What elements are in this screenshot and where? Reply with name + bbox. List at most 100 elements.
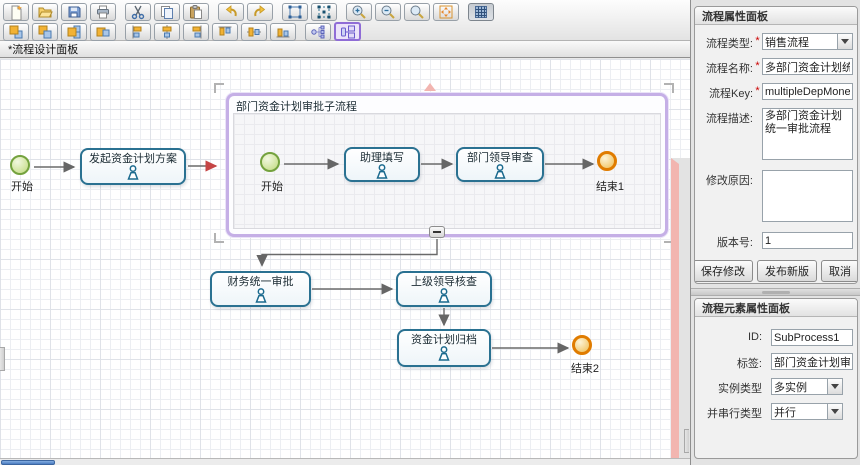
send-backward-button[interactable] — [90, 23, 116, 41]
version-row: 版本号: — [699, 232, 853, 250]
flow-designer-app: *流程设计面板 部门资金计划审批子流程 开始 发起资金计划方案 开始 助理填写 — [0, 0, 860, 465]
task-assistant-fill[interactable]: 助理填写 — [344, 147, 420, 182]
open-folder-button[interactable] — [32, 3, 58, 21]
zoom-out-button[interactable] — [375, 3, 401, 21]
version-input[interactable] — [762, 232, 853, 249]
zoom-in-button[interactable] — [346, 3, 372, 21]
horizontal-scrollbar[interactable] — [0, 458, 690, 465]
process-type-row: 流程类型: * — [699, 33, 853, 51]
chevron-down-icon — [831, 409, 839, 414]
process-key-label: 流程Key: — [699, 83, 753, 101]
fit-view-button[interactable] — [433, 3, 459, 21]
right-collapse-grip[interactable] — [684, 429, 689, 453]
process-properties-panel: 流程属性面板 流程类型: * 流程名称: * 流程Key: — [694, 6, 858, 284]
redo-button[interactable] — [247, 3, 273, 21]
splitter-grip — [762, 291, 790, 294]
auto-layout-tree-icon — [310, 24, 326, 40]
start-event-2[interactable] — [260, 152, 280, 172]
process-properties-panel-header: 流程属性面板 — [695, 7, 857, 25]
element-tag-input[interactable] — [771, 353, 853, 370]
auto-layout-horizontal-button[interactable] — [334, 22, 361, 41]
cancel-button[interactable]: 取消 — [821, 260, 858, 282]
process-type-dropdown-button[interactable] — [837, 33, 853, 50]
send-to-back-button[interactable] — [32, 23, 58, 41]
process-desc-textarea[interactable]: 多部门资金计划统一审批流程 — [762, 108, 853, 160]
save-changes-button[interactable]: 保存修改 — [694, 260, 753, 282]
print-button[interactable] — [90, 3, 116, 21]
new-file-button[interactable] — [3, 3, 29, 21]
left-collapse-grip[interactable] — [0, 347, 5, 371]
horizontal-scrollbar-thumb[interactable] — [1, 460, 55, 465]
undo-button[interactable] — [218, 3, 244, 21]
select-region-button[interactable] — [282, 3, 308, 21]
align-top-button[interactable] — [212, 23, 238, 41]
copy-button[interactable] — [154, 3, 180, 21]
align-bottom-icon — [275, 24, 291, 40]
task-initiate-plan[interactable]: 发起资金计划方案 — [80, 148, 186, 185]
process-type-select[interactable] — [762, 33, 837, 50]
start-event-2-label: 开始 — [250, 181, 294, 193]
element-id-input[interactable] — [771, 329, 853, 346]
resize-handle-top-left[interactable] — [214, 83, 224, 93]
task-superior-check[interactable]: 上级领导核查 — [396, 271, 492, 307]
connection-point-right-icon — [671, 158, 690, 458]
modify-reason-row: 修改原因: — [699, 170, 853, 225]
task-dept-leader-review[interactable]: 部门领导审查 — [456, 147, 544, 182]
align-bottom-button[interactable] — [270, 23, 296, 41]
task-plan-archive[interactable]: 资金计划归档 — [397, 329, 491, 367]
bring-to-front-button[interactable] — [3, 23, 29, 41]
user-icon — [124, 165, 142, 180]
chevron-down-icon — [831, 384, 839, 389]
grid-icon — [473, 4, 489, 20]
end-event-2[interactable] — [572, 335, 592, 355]
modify-reason-textarea[interactable] — [762, 170, 853, 222]
resize-handle-top-right[interactable] — [664, 83, 674, 93]
process-name-input[interactable] — [762, 58, 853, 75]
subprocess-collapse-button[interactable] — [429, 226, 445, 238]
start-event-1[interactable] — [10, 155, 30, 175]
zoom-search-button[interactable] — [404, 3, 430, 21]
task-superior-check-label: 上级领导核查 — [411, 276, 477, 288]
process-key-input[interactable] — [762, 83, 853, 100]
multi-select-button[interactable] — [311, 3, 337, 21]
parallel-type-dropdown-button[interactable] — [827, 403, 843, 420]
design-panel-tab[interactable]: *流程设计面板 — [0, 41, 690, 58]
panel-splitter[interactable] — [691, 288, 860, 296]
instance-type-dropdown-button[interactable] — [827, 378, 843, 395]
align-left-button[interactable] — [125, 23, 151, 41]
auto-layout-horizontal-icon — [340, 24, 356, 40]
grid-toggle-button[interactable] — [468, 3, 494, 21]
redo-icon — [252, 4, 268, 20]
task-assistant-fill-label: 助理填写 — [360, 152, 404, 164]
user-icon — [491, 164, 509, 179]
publish-new-version-button[interactable]: 发布新版 — [757, 260, 817, 282]
resize-handle-bottom-left[interactable] — [214, 233, 224, 243]
instance-type-select[interactable] — [771, 378, 827, 395]
save-button[interactable] — [61, 3, 87, 21]
auto-layout-tree-button[interactable] — [305, 23, 331, 41]
task-finance-approve[interactable]: 财务统一审批 — [210, 271, 311, 307]
process-properties-panel-title: 流程属性面板 — [702, 8, 768, 24]
align-right-button[interactable] — [183, 23, 209, 41]
task-plan-archive-label: 资金计划归档 — [411, 334, 477, 346]
end-event-1[interactable] — [597, 151, 617, 171]
chevron-down-icon — [841, 39, 849, 44]
spacer — [753, 170, 762, 172]
instance-type-row: 实例类型 — [699, 378, 853, 396]
bring-forward-button[interactable] — [61, 23, 87, 41]
design-canvas[interactable]: 部门资金计划审批子流程 开始 发起资金计划方案 开始 助理填写 部门领导审查 — [0, 59, 690, 458]
element-id-row: ID: — [699, 329, 853, 346]
paste-button[interactable] — [183, 3, 209, 21]
required-marker: * — [753, 83, 762, 97]
parallel-type-select[interactable] — [771, 403, 827, 420]
zoom-search-icon — [409, 4, 425, 20]
properties-column: 流程属性面板 流程类型: * 流程名称: * 流程Key: — [690, 0, 860, 465]
element-properties-panel-title: 流程元素属性面板 — [702, 300, 790, 316]
align-middle-button[interactable] — [241, 23, 267, 41]
spacer — [762, 329, 771, 331]
spacer — [762, 353, 771, 355]
align-center-button[interactable] — [154, 23, 180, 41]
element-properties-panel: 流程元素属性面板 ID: 标签: 实例类型 — [694, 298, 858, 459]
element-properties-panel-header: 流程元素属性面板 — [695, 299, 857, 317]
cut-button[interactable] — [125, 3, 151, 21]
